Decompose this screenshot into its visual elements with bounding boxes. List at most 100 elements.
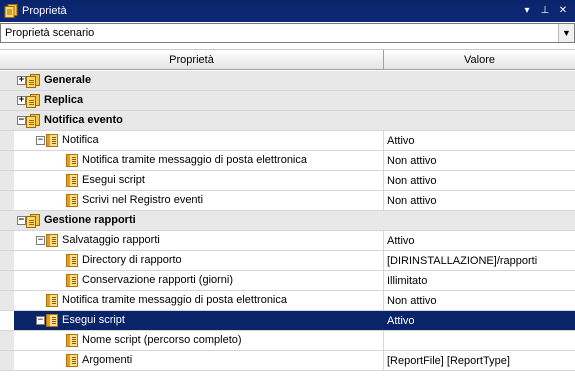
collapse-icon[interactable]: − [17,116,26,125]
scenario-select-value: Proprietà scenario [5,27,95,39]
property-name-cell[interactable]: + Replica [0,91,384,110]
category-row[interactable]: + Generale [0,71,575,91]
property-value-cell[interactable]: [ReportFile] [ReportType] [384,351,575,370]
property-value-cell [384,71,575,90]
property-row[interactable]: − Esegui script Attivo [0,311,575,331]
property-name-cell[interactable]: Notifica tramite messaggio di posta elet… [0,291,384,310]
property-name-cell[interactable]: Scrivi nel Registro eventi [0,191,384,210]
property-row[interactable]: Esegui script Non attivo [0,171,575,191]
property-row[interactable]: Notifica tramite messaggio di posta elet… [0,291,575,311]
panel-title: Proprietà [22,5,67,17]
property-name-cell[interactable]: − Notifica [0,131,384,150]
window-menu-button[interactable]: ▾ [519,3,535,19]
property-value-cell [384,91,575,110]
property-value-cell [384,111,575,130]
property-icon [46,234,58,247]
property-name-cell[interactable]: − Esegui script [0,311,384,330]
property-value-cell[interactable]: Attivo [384,311,575,330]
category-row[interactable]: − Gestione rapporti [0,211,575,231]
property-icon [46,314,58,327]
property-name-cell[interactable]: Directory di rapporto [0,251,384,270]
column-header-property[interactable]: Proprietà [0,50,384,69]
property-name-cell[interactable]: Nome script (percorso completo) [0,331,384,350]
property-label: Argomenti [82,354,133,366]
property-row[interactable]: Notifica tramite messaggio di posta elet… [0,151,575,171]
property-label: Esegui script [62,314,125,326]
row-gutter [0,291,14,310]
property-label: Notifica tramite messaggio di posta elet… [62,294,287,306]
row-gutter [0,151,14,170]
property-value-cell[interactable]: Non attivo [384,171,575,190]
property-name-cell[interactable]: Esegui script [0,171,384,190]
property-value-cell[interactable]: Attivo [384,231,575,250]
property-value-cell[interactable]: Non attivo [384,151,575,170]
row-gutter [0,251,14,270]
property-grid: + Generale + Replica − Notifica evento − Notifi… [0,71,575,389]
property-row[interactable]: Nome script (percorso completo) [0,331,575,351]
property-name-cell[interactable]: − Notifica evento [0,111,384,130]
row-gutter [0,331,14,350]
expand-icon[interactable]: + [17,96,26,105]
properties-icon [4,4,18,18]
property-value-cell[interactable]: [DIRINSTALLAZIONE]/rapporti [384,251,575,270]
property-name-cell[interactable]: Conservazione rapporti (giorni) [0,271,384,290]
close-button[interactable]: ✕ [555,3,571,19]
category-book-icon [26,214,40,228]
property-name-cell[interactable]: − Salvataggio rapporti [0,231,384,250]
property-name-cell[interactable]: Notifica tramite messaggio di posta elet… [0,151,384,170]
property-row[interactable]: Directory di rapporto [DIRINSTALLAZIONE]/… [0,251,575,271]
category-row[interactable]: + Replica [0,91,575,111]
property-row[interactable]: Conservazione rapporti (giorni) Illimitat… [0,271,575,291]
category-label: Gestione rapporti [44,214,136,226]
category-label: Notifica evento [44,114,123,126]
property-row[interactable]: − Notifica Attivo [0,131,575,151]
property-value-cell[interactable]: Attivo [384,131,575,150]
collapse-icon[interactable]: − [36,136,45,145]
property-value-cell [384,211,575,230]
category-book-icon [26,74,40,88]
property-icon [66,154,78,167]
property-label: Scrivi nel Registro eventi [82,194,204,206]
row-gutter [0,311,14,330]
collapse-icon[interactable]: − [17,216,26,225]
property-name-cell[interactable]: + Generale [0,71,384,90]
property-value-cell[interactable]: Non attivo [384,191,575,210]
property-label: Notifica tramite messaggio di posta elet… [82,154,307,166]
category-row[interactable]: − Notifica evento [0,111,575,131]
expand-icon[interactable]: + [17,76,26,85]
collapse-icon[interactable]: − [36,236,45,245]
row-gutter [0,191,14,210]
grid-header: Proprietà Valore [0,49,575,70]
category-label: Replica [44,94,84,106]
row-gutter [0,171,14,190]
property-label: Notifica [62,134,99,146]
row-gutter [0,131,14,150]
property-label: Esegui script [82,174,145,186]
property-label: Salvataggio rapporti [62,234,160,246]
collapse-icon[interactable]: − [36,316,45,325]
property-icon [66,354,78,367]
row-gutter [0,231,14,250]
property-value-cell[interactable]: Illimitato [384,271,575,290]
property-icon [66,254,78,267]
property-row[interactable]: Argomenti [ReportFile] [ReportType] [0,351,575,371]
category-label: Generale [44,74,92,86]
property-row[interactable]: Scrivi nel Registro eventi Non attivo [0,191,575,211]
property-value-cell[interactable] [384,331,575,350]
property-name-cell[interactable]: Argomenti [0,351,384,370]
property-name-cell[interactable]: − Gestione rapporti [0,211,384,230]
dropdown-arrow-icon[interactable]: ▼ [558,24,574,42]
row-gutter [0,351,14,370]
property-label: Directory di rapporto [82,254,182,266]
column-header-value[interactable]: Valore [384,50,575,69]
property-icon [46,134,58,147]
row-gutter [0,271,14,290]
property-icon [46,294,58,307]
panel-titlebar: Proprietà ▾ ⊥ ✕ [0,0,575,22]
property-value-cell[interactable]: Non attivo [384,291,575,310]
pin-button[interactable]: ⊥ [537,3,553,19]
scenario-properties-select[interactable]: Proprietà scenario ▼ [0,23,575,43]
property-label: Nome script (percorso completo) [82,334,242,346]
property-row[interactable]: − Salvataggio rapporti Attivo [0,231,575,251]
category-book-icon [26,94,40,108]
